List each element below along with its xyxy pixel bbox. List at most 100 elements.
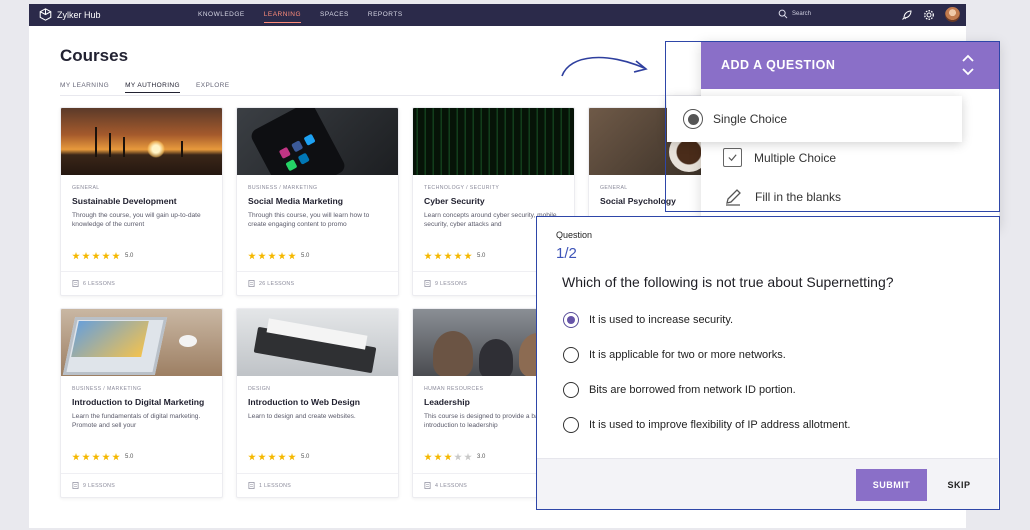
star-icon bbox=[434, 453, 442, 461]
star-icon bbox=[424, 453, 432, 461]
search-input[interactable]: Search bbox=[792, 11, 811, 17]
star-icon bbox=[258, 252, 266, 260]
answer-label: Bits are borrowed from network ID portio… bbox=[589, 384, 796, 396]
option-single-choice[interactable]: Single Choice bbox=[667, 96, 962, 142]
star-icon bbox=[288, 453, 296, 461]
course-title[interactable]: Introduction to Web Design bbox=[248, 397, 387, 408]
document-icon bbox=[424, 280, 431, 287]
chevron-up-down-icon[interactable] bbox=[961, 53, 975, 77]
tab-explore[interactable]: EXPLORE bbox=[196, 82, 230, 93]
lesson-count: 9 LESSONS bbox=[83, 482, 116, 489]
document-icon bbox=[248, 482, 255, 489]
course-category: BUSINESS / MARKETING bbox=[72, 386, 142, 392]
rocket-icon[interactable] bbox=[901, 9, 913, 21]
answer-option-2[interactable]: It is applicable for two or more network… bbox=[563, 347, 786, 363]
course-card-digital-marketing[interactable]: BUSINESS / MARKETING Introduction to Dig… bbox=[60, 308, 223, 498]
answer-option-1[interactable]: It is used to increase security. bbox=[563, 312, 733, 328]
answer-option-3[interactable]: Bits are borrowed from network ID portio… bbox=[563, 382, 796, 398]
rating-value: 3.0 bbox=[477, 454, 486, 460]
course-footer: 1 LESSONS bbox=[237, 473, 398, 497]
brand[interactable]: Zylker Hub bbox=[39, 8, 101, 21]
option-label: Fill in the blanks bbox=[755, 190, 842, 204]
top-icons bbox=[901, 7, 960, 22]
gear-icon[interactable] bbox=[923, 9, 935, 21]
course-title[interactable]: Introduction to Digital Marketing bbox=[72, 397, 211, 408]
rating-value: 5.0 bbox=[125, 454, 134, 460]
star-icon bbox=[444, 453, 452, 461]
search-icon bbox=[778, 9, 788, 19]
cube-logo-icon bbox=[39, 8, 52, 21]
star-empty-icon bbox=[454, 453, 462, 461]
lesson-count: 26 LESSONS bbox=[259, 280, 295, 287]
nav-knowledge[interactable]: KNOWLEDGE bbox=[198, 4, 245, 26]
course-footer: 6 LESSONS bbox=[61, 271, 222, 295]
course-card-web-design[interactable]: DESIGN Introduction to Web Design Learn … bbox=[236, 308, 399, 498]
star-icon bbox=[248, 252, 256, 260]
course-description: Learn to design and create websites. bbox=[248, 413, 356, 420]
rating-value: 5.0 bbox=[301, 253, 310, 259]
tab-my-learning[interactable]: MY LEARNING bbox=[60, 82, 109, 93]
skip-button[interactable]: SKIP bbox=[939, 469, 979, 501]
question-label: Question bbox=[556, 230, 593, 240]
star-icon bbox=[112, 252, 120, 260]
course-thumbnail bbox=[61, 309, 222, 376]
radio-icon[interactable] bbox=[563, 417, 579, 433]
top-navigation-bar: Zylker Hub KNOWLEDGE LEARNING SPACES REP… bbox=[29, 4, 966, 26]
course-title[interactable]: Sustainable Development bbox=[72, 196, 211, 207]
star-icon bbox=[288, 252, 296, 260]
star-icon bbox=[278, 453, 286, 461]
search-box[interactable]: Search bbox=[778, 9, 811, 19]
option-label: Multiple Choice bbox=[754, 150, 837, 165]
page-title: Courses bbox=[60, 46, 129, 65]
course-category: TECHNOLOGY / SECURITY bbox=[424, 185, 500, 191]
lesson-count: 1 LESSONS bbox=[259, 482, 292, 489]
radio-icon[interactable] bbox=[563, 347, 579, 363]
star-icon bbox=[82, 252, 90, 260]
course-footer: 26 LESSONS bbox=[237, 271, 398, 295]
radio-icon[interactable] bbox=[563, 382, 579, 398]
course-title[interactable]: Social Media Marketing bbox=[248, 196, 387, 207]
course-category: DESIGN bbox=[248, 386, 271, 392]
course-footer: 9 LESSONS bbox=[61, 473, 222, 497]
course-rating: 3.0 bbox=[424, 453, 485, 461]
document-icon bbox=[72, 482, 79, 489]
course-card-social-media-marketing[interactable]: BUSINESS / MARKETING Social Media Market… bbox=[236, 107, 399, 296]
star-icon bbox=[268, 453, 276, 461]
star-icon bbox=[112, 453, 120, 461]
lesson-count: 6 LESSONS bbox=[83, 280, 116, 287]
star-icon bbox=[424, 252, 432, 260]
answer-label: It is applicable for two or more network… bbox=[589, 349, 786, 361]
course-description: Learn the fundamentals of digital market… bbox=[72, 413, 201, 429]
nav-spaces[interactable]: SPACES bbox=[320, 4, 349, 26]
course-thumbnail bbox=[237, 108, 398, 175]
course-thumbnail bbox=[61, 108, 222, 175]
user-avatar[interactable] bbox=[945, 7, 960, 22]
radio-selected-icon[interactable] bbox=[563, 312, 579, 328]
course-rating: 5.0 bbox=[248, 252, 309, 260]
star-icon bbox=[464, 252, 472, 260]
add-question-header[interactable]: ADD A QUESTION bbox=[701, 41, 999, 89]
option-label: Single Choice bbox=[713, 112, 788, 126]
submit-button[interactable]: SUBMIT bbox=[856, 469, 927, 501]
course-title[interactable]: Cyber Security bbox=[424, 196, 563, 207]
star-icon bbox=[454, 252, 462, 260]
course-card-sustainable-development[interactable]: GENERAL Sustainable Development Through … bbox=[60, 107, 223, 296]
document-icon bbox=[248, 280, 255, 287]
course-thumbnail bbox=[413, 108, 574, 175]
brand-name: Zylker Hub bbox=[57, 9, 101, 20]
answer-option-4[interactable]: It is used to improve flexibility of IP … bbox=[563, 417, 850, 433]
option-fill-in-the-blanks[interactable]: Fill in the blanks bbox=[723, 187, 841, 207]
star-icon bbox=[82, 453, 90, 461]
nav-learning[interactable]: LEARNING bbox=[263, 4, 302, 26]
option-multiple-choice[interactable]: Multiple Choice bbox=[723, 148, 836, 167]
rating-value: 5.0 bbox=[301, 454, 310, 460]
document-icon bbox=[424, 482, 431, 489]
course-description: Through this course, you will learn how … bbox=[248, 212, 370, 228]
nav-reports[interactable]: REPORTS bbox=[368, 4, 403, 26]
checkbox-icon bbox=[723, 148, 742, 167]
course-rating: 5.0 bbox=[248, 453, 309, 461]
course-rating: 5.0 bbox=[72, 453, 133, 461]
star-icon bbox=[444, 252, 452, 260]
tab-my-authoring[interactable]: MY AUTHORING bbox=[125, 82, 180, 93]
main-nav: KNOWLEDGE LEARNING SPACES REPORTS bbox=[198, 4, 403, 26]
